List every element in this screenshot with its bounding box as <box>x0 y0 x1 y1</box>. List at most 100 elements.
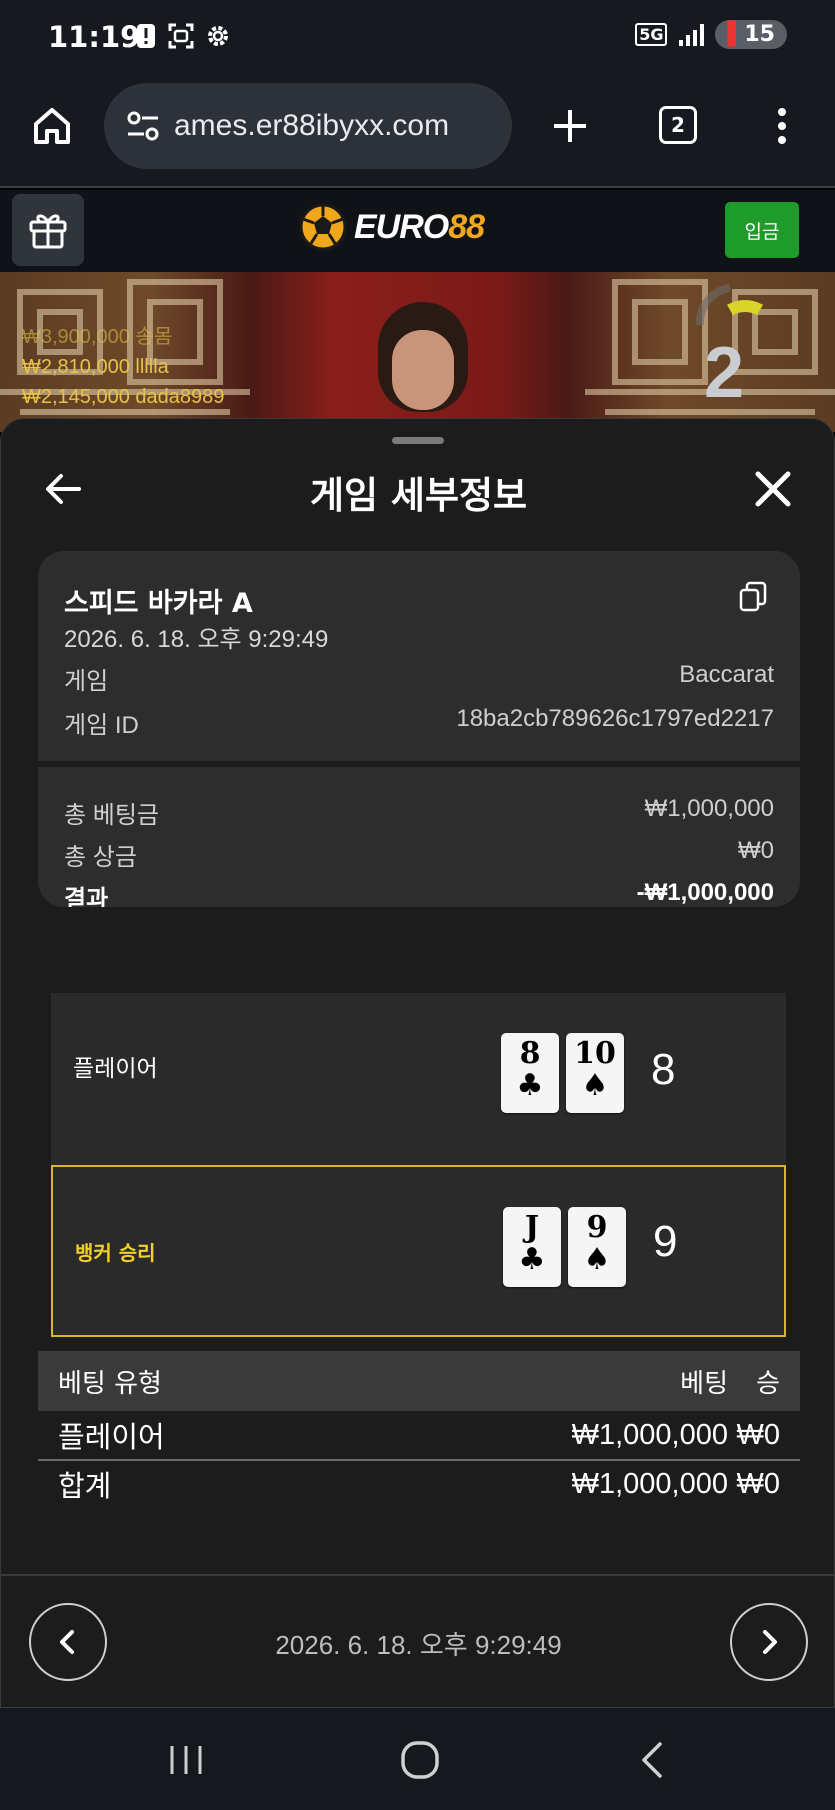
chevron-right-icon <box>763 1630 777 1654</box>
game-name: 스피드 바카라 A <box>64 588 253 619</box>
card-rank: J <box>524 1210 540 1245</box>
game-info-card: 스피드 바카라 A 2026. 6. 18. 오후 9:29:49 게임 Bac… <box>38 551 800 907</box>
top-bet-amount: ₩2,145,000 <box>22 386 130 408</box>
bet-amount-cell: ₩1,000,000 <box>571 1418 728 1451</box>
card-rank: 8 <box>519 1036 541 1071</box>
player-score: 8 <box>651 1045 676 1094</box>
player-cards: 8 ♣ 10 ♠ <box>501 1033 624 1113</box>
status-bar: 11:19 5G ▌15 <box>0 0 835 78</box>
total-bet-value: ₩1,000,000 <box>644 795 774 822</box>
back-nav-icon[interactable] <box>632 1738 676 1782</box>
top-bet-item: ₩2,145,000 dada8989 <box>22 382 224 412</box>
address-bar[interactable]: ames.er88ibyxx.com <box>104 83 512 169</box>
banker-cards: J ♣ 9 ♠ <box>503 1207 626 1287</box>
battery-indicator: ▌15 <box>715 20 787 49</box>
logo-text-euro: EURO <box>354 207 449 246</box>
header-bet: 베팅 <box>680 1368 728 1399</box>
card-suit-icon: ♣ <box>516 1068 544 1103</box>
top-bet-item: ₩2,810,000 llllla <box>22 352 224 382</box>
game-id-label: 게임 ID <box>64 712 139 739</box>
site-logo[interactable]: EURO88 <box>298 202 485 252</box>
top-bet-item: ₩3,900,000 송몸 <box>22 322 224 352</box>
next-round-button[interactable] <box>730 1603 808 1681</box>
dealer-face <box>392 330 454 410</box>
result-value: -₩1,000,000 <box>636 879 774 906</box>
card-rank: 10 <box>574 1036 616 1071</box>
card-divider <box>38 761 800 767</box>
game-id-row: 게임 ID 18ba2cb789626c1797ed2217 <box>64 705 774 740</box>
browser-toolbar: ames.er88ibyxx.com 2 <box>0 78 835 188</box>
bet-table-header: 베팅 유형 베팅 승 <box>38 1351 800 1411</box>
table-total-row: 합계 ₩1,000,000 ₩0 <box>38 1459 800 1507</box>
banker-hand: 뱅커 승리 J ♣ 9 ♠ 9 <box>51 1165 786 1337</box>
countdown-timer: 2 <box>704 333 745 413</box>
game-datetime: 2026. 6. 18. 오후 9:29:49 <box>64 626 329 653</box>
status-time: 11:19 <box>48 20 141 54</box>
header-bet-type: 베팅 유형 <box>58 1368 162 1399</box>
top-bet-amount: ₩2,810,000 <box>22 356 130 378</box>
total-win-cell: ₩0 <box>736 1467 781 1500</box>
site-header: EURO88 입금 <box>0 190 835 272</box>
top-bet-user: llllla <box>135 356 169 378</box>
status-icons-left <box>135 22 231 50</box>
card-suit-icon: ♠ <box>581 1068 609 1103</box>
round-datetime: 2026. 6. 18. 오후 9:29:49 <box>275 1630 562 1660</box>
home-icon[interactable] <box>30 104 74 148</box>
url-text: ames.er88ibyxx.com <box>174 109 450 142</box>
playing-card: 9 ♠ <box>568 1207 626 1287</box>
recent-apps-icon[interactable] <box>164 1738 208 1782</box>
game-details-sheet: 게임 세부정보 스피드 바카라 A 2026. 6. 18. 오후 9:29:4… <box>0 418 835 1708</box>
total-bet-label: 총 베팅금 <box>64 802 159 829</box>
deposit-button[interactable]: 입금 <box>725 202 799 258</box>
gift-icon <box>29 214 67 249</box>
timer-arc <box>695 284 763 326</box>
close-icon[interactable] <box>753 469 793 509</box>
card-rank: 9 <box>586 1210 608 1245</box>
logo-text-88: 88 <box>448 207 485 246</box>
soccer-ball-icon <box>299 203 347 251</box>
battery-level: 15 <box>744 22 775 47</box>
copy-icon[interactable] <box>738 581 768 613</box>
result-label: 결과 <box>64 886 109 907</box>
player-hand: 플레이어 8 ♣ 10 ♠ 8 <box>51 993 786 1165</box>
player-hand-label: 플레이어 <box>73 1056 158 1082</box>
site-settings-icon[interactable] <box>122 104 166 148</box>
top-bet-user: dada8989 <box>135 386 225 408</box>
footer-divider <box>1 1574 835 1576</box>
result-row: 결과 -₩1,000,000 <box>64 879 774 907</box>
logo-text: EURO88 <box>354 207 485 247</box>
total-bet-row: 총 베팅금 ₩1,000,000 <box>64 795 774 830</box>
game-type-label: 게임 <box>64 668 109 695</box>
total-win-label: 총 상금 <box>64 844 137 871</box>
gift-button[interactable] <box>12 194 84 266</box>
total-bet-cell: ₩1,000,000 <box>571 1467 728 1500</box>
sheet-title: 게임 세부정보 <box>309 474 528 517</box>
top-bets-list: ₩3,900,000 송몸 ₩2,810,000 llllla ₩2,145,0… <box>22 322 224 412</box>
game-id-value: 18ba2cb789626c1797ed2217 <box>456 705 774 732</box>
card-suit-icon: ♣ <box>518 1242 546 1277</box>
bet-table: 베팅 유형 베팅 승 플레이어 ₩1,000,000 ₩0 합계 ₩1,000,… <box>38 1351 800 1507</box>
playing-card: J ♣ <box>503 1207 561 1287</box>
card-suit-icon: ♠ <box>583 1242 611 1277</box>
more-menu-icon[interactable] <box>772 104 792 148</box>
sheet-drag-handle[interactable] <box>392 437 444 444</box>
tab-switcher-button[interactable]: 2 <box>659 106 697 144</box>
alert-icon <box>137 24 155 48</box>
status-icons-right: 5G ▌15 <box>635 20 787 49</box>
settings-gear-icon <box>208 26 228 46</box>
total-label-cell: 합계 <box>58 1469 112 1503</box>
total-win-row: 총 상금 ₩0 <box>64 837 774 872</box>
top-bet-user: 송몸 <box>135 326 173 348</box>
playing-card: 8 ♣ <box>501 1033 559 1113</box>
total-win-value: ₩0 <box>738 837 774 864</box>
banker-score: 9 <box>653 1217 678 1266</box>
home-nav-icon[interactable] <box>398 1738 442 1782</box>
playing-card: 10 ♠ <box>566 1033 624 1113</box>
new-tab-icon[interactable] <box>548 104 592 148</box>
top-bet-amount: ₩3,900,000 <box>22 326 130 348</box>
win-amount-cell: ₩0 <box>736 1418 781 1451</box>
signal-icon <box>679 23 705 46</box>
game-type-value: Baccarat <box>679 661 774 688</box>
network-5g-icon: 5G <box>635 23 668 46</box>
bet-type-cell: 플레이어 <box>58 1420 165 1454</box>
